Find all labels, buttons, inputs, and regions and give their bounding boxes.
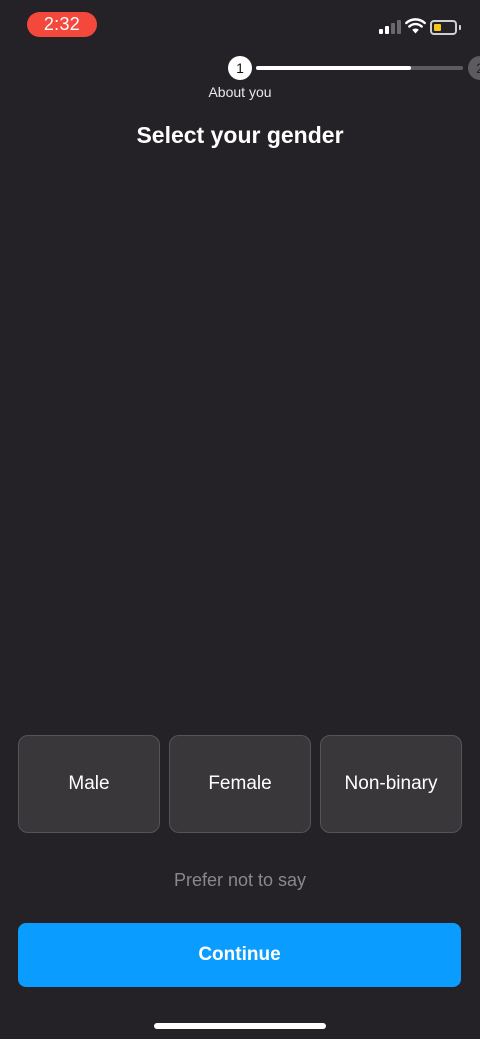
step-indicator-current: 1 — [228, 56, 252, 80]
step-progress-fill — [256, 66, 412, 70]
step-label: About you — [208, 84, 272, 100]
option-male-button[interactable]: Male — [18, 735, 160, 833]
option-non-binary-button[interactable]: Non-binary — [320, 735, 462, 833]
gender-options: Male Female Non-binary — [18, 735, 462, 833]
battery-level — [434, 24, 441, 31]
onboarding-screen: 2:32 1 2 About you Select your gender Ma… — [0, 0, 480, 1039]
home-indicator[interactable] — [154, 1023, 326, 1029]
prefer-not-to-say-link[interactable]: Prefer not to say — [0, 870, 480, 891]
battery-icon — [430, 20, 457, 35]
step-indicator-next: 2 — [468, 56, 480, 80]
step-progress-track — [256, 66, 463, 70]
continue-button[interactable]: Continue — [18, 923, 461, 987]
status-time: 2:32 — [27, 12, 97, 37]
progress-stepper: 1 2 About you — [0, 54, 480, 104]
signal-icon — [379, 20, 401, 34]
status-bar: 2:32 — [0, 0, 480, 48]
page-title: Select your gender — [136, 122, 344, 148]
option-female-button[interactable]: Female — [169, 735, 311, 833]
battery-cap — [459, 25, 461, 30]
wifi-icon — [405, 18, 426, 34]
